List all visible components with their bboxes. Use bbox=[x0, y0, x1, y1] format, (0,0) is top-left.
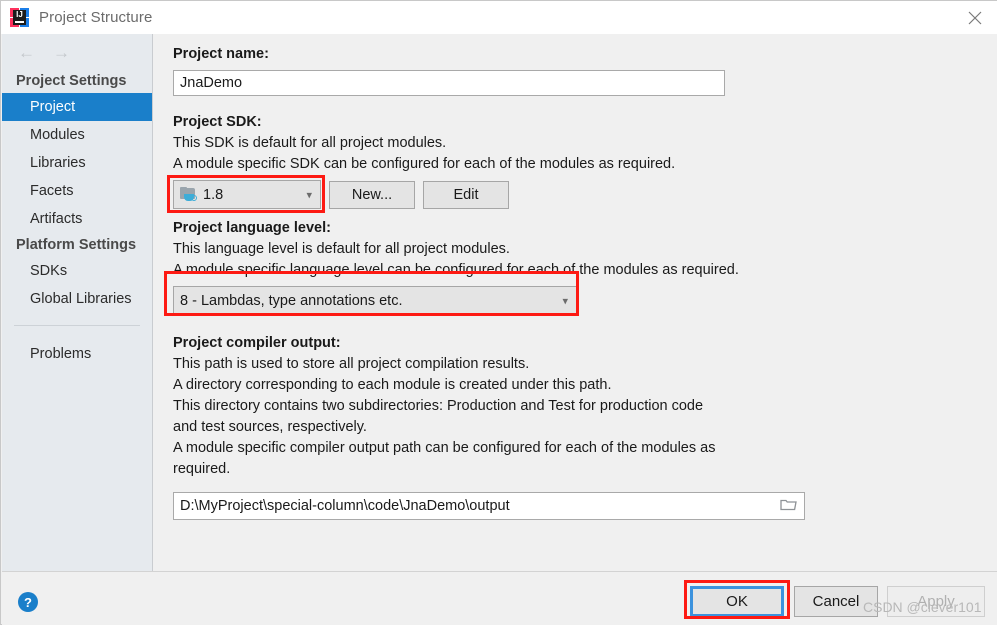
compiler-output-desc-6: required. bbox=[173, 459, 997, 480]
compiler-output-path-input[interactable]: D:\MyProject\special-column\code\JnaDemo… bbox=[173, 492, 805, 520]
project-structure-dialog: IJ Project Structure ← → Project Setting… bbox=[0, 0, 997, 625]
compiler-output-desc-4: and test sources, respectively. bbox=[173, 417, 997, 438]
sidebar-item-modules[interactable]: Modules bbox=[2, 121, 152, 149]
project-name-label: Project name: bbox=[173, 44, 997, 65]
project-sdk-value: 1.8 bbox=[203, 187, 223, 203]
new-sdk-button[interactable]: New... bbox=[329, 181, 415, 209]
sidebar-item-artifacts[interactable]: Artifacts bbox=[2, 205, 152, 233]
close-icon[interactable] bbox=[952, 1, 997, 34]
sidebar-item-sdks[interactable]: SDKs bbox=[2, 257, 152, 285]
compiler-output-desc-1: This path is used to store all project c… bbox=[173, 354, 997, 375]
main-content: Project name: JnaDemo Project SDK: This … bbox=[154, 34, 997, 571]
watermark: CSDN @clever101 bbox=[863, 599, 981, 615]
compiler-output-desc-2: A directory corresponding to each module… bbox=[173, 375, 997, 396]
sidebar-item-project[interactable]: Project bbox=[2, 93, 152, 121]
compiler-output-desc-5: A module specific compiler output path c… bbox=[173, 438, 997, 459]
help-icon[interactable]: ? bbox=[18, 592, 38, 612]
sidebar-item-facets[interactable]: Facets bbox=[2, 177, 152, 205]
project-sdk-label: Project SDK: bbox=[173, 112, 997, 133]
project-sdk-desc-1: This SDK is default for all project modu… bbox=[173, 133, 997, 154]
language-level-desc-2: A module specific language level can be … bbox=[173, 260, 997, 281]
language-level-value: 8 - Lambdas, type annotations etc. bbox=[180, 293, 402, 309]
project-name-input[interactable]: JnaDemo bbox=[173, 70, 725, 96]
sidebar-list: Project Settings Project Modules Librari… bbox=[2, 69, 152, 368]
edit-sdk-button[interactable]: Edit bbox=[423, 181, 509, 209]
sidebar-item-global-libraries[interactable]: Global Libraries bbox=[2, 285, 152, 313]
sidebar-item-libraries[interactable]: Libraries bbox=[2, 149, 152, 177]
window-title: Project Structure bbox=[39, 9, 152, 26]
language-level-desc-1: This language level is default for all p… bbox=[173, 239, 997, 260]
title-bar: IJ Project Structure bbox=[1, 1, 997, 34]
project-sdk-dropdown[interactable]: 1.8 ▾ bbox=[173, 180, 321, 209]
language-level-label: Project language level: bbox=[173, 218, 997, 239]
language-level-dropdown[interactable]: 8 - Lambdas, type annotations etc. ▾ bbox=[173, 286, 577, 315]
sidebar-group-project-settings: Project Settings bbox=[2, 69, 152, 93]
intellij-idea-icon: IJ bbox=[10, 8, 29, 27]
nav-arrows: ← → bbox=[2, 34, 152, 61]
sidebar-divider bbox=[14, 325, 140, 326]
chevron-down-icon: ▾ bbox=[562, 294, 568, 307]
java-sdk-folder-icon bbox=[180, 187, 198, 202]
folder-browse-icon[interactable] bbox=[780, 497, 797, 515]
arrow-left-icon[interactable]: ← bbox=[18, 44, 35, 61]
arrow-right-icon[interactable]: → bbox=[53, 44, 70, 61]
compiler-output-path-value: D:\MyProject\special-column\code\JnaDemo… bbox=[180, 498, 510, 514]
sidebar-item-problems[interactable]: Problems bbox=[2, 340, 152, 368]
sidebar: ← → Project Settings Project Modules Lib… bbox=[2, 34, 153, 571]
ok-button[interactable]: OK bbox=[690, 586, 784, 617]
compiler-output-desc-3: This directory contains two subdirectori… bbox=[173, 396, 997, 417]
project-sdk-row: 1.8 ▾ New... Edit bbox=[173, 180, 997, 209]
sidebar-group-platform-settings: Platform Settings bbox=[2, 233, 152, 257]
project-sdk-desc-2: A module specific SDK can be configured … bbox=[173, 154, 997, 175]
compiler-output-label: Project compiler output: bbox=[173, 333, 997, 354]
chevron-down-icon: ▾ bbox=[306, 188, 312, 201]
